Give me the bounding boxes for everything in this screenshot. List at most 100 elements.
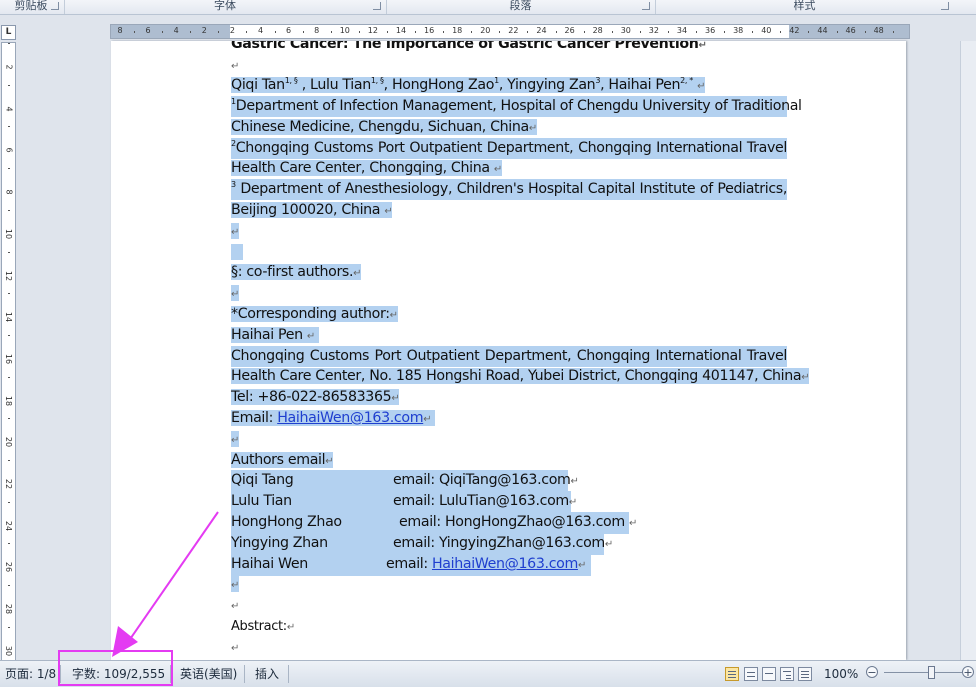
language-indicator[interactable]: 英语(美国) (180, 661, 237, 687)
affiliation-2: 2Chongqing Customs Port Outpatient Depar… (231, 138, 787, 159)
ruler-tick-mark (443, 31, 445, 33)
ruler-tick-mark (780, 31, 782, 33)
ruler-tick-mark (330, 31, 332, 33)
ruler-tick-label: 28 (4, 604, 14, 615)
ruler-tick-mark (8, 543, 10, 545)
ruler-tick-mark (162, 31, 164, 33)
ruler-tick-label: 12 (367, 26, 378, 35)
ruler-tick-label: 6 (286, 26, 292, 35)
ruler-tick-mark (639, 31, 641, 33)
ribbon-separator (655, 0, 656, 14)
annotation-highlight-box (58, 650, 173, 686)
ruler-tick-label: 4 (257, 26, 264, 35)
ruler-tick-label: 10 (4, 228, 14, 239)
ruler-tick-mark (190, 31, 192, 33)
affiliation-2-cont: Health Care Center, Chongqing, China ↵ (231, 160, 502, 176)
ruler-tick-label: 2 (229, 26, 235, 35)
ruler-tick-label: 10 (339, 26, 350, 35)
draft-view-icon[interactable] (798, 667, 812, 681)
ruler-tick-mark (471, 31, 473, 33)
empty-paragraph: ↵ (231, 574, 239, 595)
ruler-tick-label: 36 (705, 26, 716, 35)
page-indicator[interactable]: 页面: 1/8 (5, 661, 56, 687)
ribbon-group-label: 字体 (214, 0, 236, 12)
zoom-slider[interactable] (884, 672, 964, 673)
ruler-tick-mark (8, 626, 10, 628)
dialog-launcher-icon[interactable] (941, 2, 949, 10)
ruler-tick-label: 8 (117, 26, 123, 35)
ruler-tick-label: 40 (761, 26, 772, 35)
ruler-tick-label: 24 (4, 520, 14, 531)
ruler-tick-mark (8, 418, 10, 420)
ruler-tick-label: 30 (4, 645, 14, 656)
cofirst-note: §: co-first authors.↵ (231, 264, 362, 280)
email-link[interactable]: HaihaiWen@163.com (432, 556, 578, 572)
web-layout-view-icon[interactable] (762, 667, 776, 681)
vertical-ruler[interactable]: 2 4 6 8 10 12 14 16 18 20 22 24 26 28 30 (1, 42, 16, 662)
ruler-tick-mark (8, 84, 10, 86)
ruler-tick-mark (218, 31, 220, 33)
ruler-tick-label: 2 (4, 64, 14, 70)
ribbon-group-styles: 样式 (657, 0, 952, 14)
print-layout-view-icon[interactable] (725, 667, 739, 681)
ruler-tick-mark (246, 31, 248, 33)
document-page[interactable]: Gastric Cancer: The Importance of Gastri… (111, 41, 906, 660)
dialog-launcher-icon[interactable] (51, 2, 59, 10)
outline-view-icon[interactable] (780, 667, 794, 681)
ruler-tick-mark (8, 168, 10, 170)
ruler-tick-label: 34 (676, 26, 688, 35)
ribbon-group-label: 样式 (793, 0, 816, 12)
ruler-tick-mark (611, 31, 613, 33)
ruler-tick-label: 6 (4, 147, 14, 153)
zoom-slider-thumb[interactable] (928, 666, 935, 679)
ruler-tick-mark (8, 209, 10, 211)
ruler-tick-mark (808, 31, 810, 33)
zoom-in-button[interactable]: + (962, 666, 974, 678)
ruler-tick-label: 18 (452, 26, 463, 35)
tab-selector-button[interactable]: L (1, 25, 16, 40)
horizontal-ruler[interactable]: 8 6 4 2 2 4 6 8 10 12 14 16 18 20 22 24 26 28 30 32 34 36 38 40… (110, 24, 910, 39)
insert-mode[interactable]: 插入 (255, 661, 279, 687)
ruler-tick-mark (274, 31, 276, 33)
ruler-tick-mark (134, 31, 135, 33)
empty-paragraph (231, 242, 244, 263)
ruler-tick-mark (555, 31, 557, 33)
ruler-tick-label: 46 (845, 26, 856, 35)
ribbon-group-labels: 剪贴板 字体 段落 样式 (0, 0, 976, 15)
zoom-out-button[interactable]: − (866, 666, 878, 678)
ruler-tick-label: 20 (480, 26, 491, 35)
ruler-tick-label: 28 (592, 26, 603, 35)
ruler-tick-mark (499, 31, 501, 33)
corresponding-label: *Corresponding author:↵ (231, 306, 398, 322)
status-separator (288, 665, 289, 683)
ruler-tick-mark (696, 31, 697, 33)
ruler-tick-label: 4 (4, 106, 14, 112)
email-link[interactable]: HaihaiWen@163.com (277, 410, 423, 426)
ruler-tick-label: 38 (733, 26, 744, 35)
full-screen-reading-view-icon[interactable] (744, 667, 758, 681)
ruler-tick-mark (8, 43, 10, 44)
ruler-tick-mark (8, 334, 10, 336)
vertical-scrollbar[interactable] (960, 41, 976, 660)
corresponding-email: Email: HaihaiWen@163.com↵ (231, 408, 436, 429)
ruler-tick-label: 14 (395, 26, 407, 35)
ruler-tick-label: 24 (536, 26, 547, 35)
ruler-tick-mark (864, 31, 866, 33)
affiliation-3-cont: Beijing 100020, China ↵ (231, 202, 393, 218)
ruler-tick-mark (527, 31, 529, 33)
dialog-launcher-icon[interactable] (373, 2, 381, 10)
ribbon-group-clipboard: 剪贴板 (0, 0, 62, 14)
zoom-level[interactable]: 100% (824, 661, 858, 687)
empty-paragraph: ↵ (231, 283, 239, 304)
ruler-tick-label: 8 (314, 26, 320, 35)
affiliation-1: 1Department of Infection Management, Hos… (231, 96, 802, 117)
empty-paragraph: ↵ (231, 601, 240, 612)
author-line: Qiqi Tan1, § , Lulu Tian1, §, HongHong Z… (231, 76, 706, 93)
ruler-tick-label: 16 (4, 353, 14, 364)
ruler-left-margin (111, 25, 230, 38)
dialog-launcher-icon[interactable] (642, 2, 650, 10)
ruler-tick-label: 2 (201, 26, 207, 35)
ruler-tick-label: 22 (4, 478, 14, 490)
ruler-tick-label: 32 (648, 26, 659, 35)
ruler-tick-mark (724, 31, 726, 33)
